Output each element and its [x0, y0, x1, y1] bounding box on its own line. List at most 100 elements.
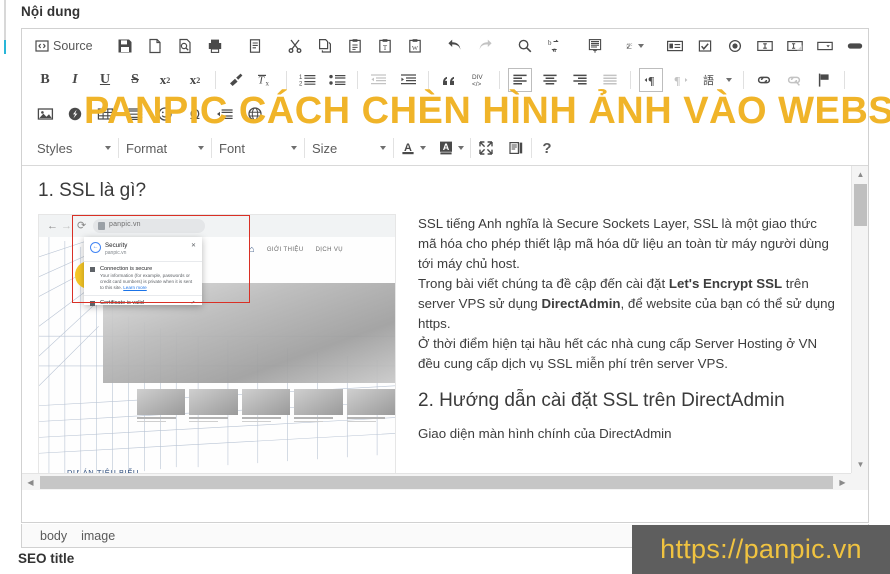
magnifier-page-icon: [179, 38, 191, 54]
paste-word-button[interactable]: W: [403, 34, 427, 58]
scroll-left-arrow-icon[interactable]: ◀: [22, 474, 39, 490]
print-button[interactable]: [203, 34, 227, 58]
underline-button[interactable]: U: [93, 68, 117, 92]
remove-format-button[interactable]: [224, 68, 248, 92]
italic-button[interactable]: I: [63, 68, 87, 92]
special-char-button[interactable]: Ω: [183, 102, 207, 126]
new-page-button[interactable]: [143, 34, 167, 58]
insert-table-button[interactable]: [93, 102, 117, 126]
justify-button[interactable]: [598, 68, 622, 92]
align-right-button[interactable]: [568, 68, 592, 92]
page-break-button[interactable]: [213, 102, 237, 126]
horizontal-rule-button[interactable]: [123, 102, 147, 126]
styles-combo[interactable]: Styles: [30, 135, 118, 161]
scroll-down-arrow-icon[interactable]: ▼: [852, 456, 868, 473]
cut-button[interactable]: [283, 34, 307, 58]
anchor-button[interactable]: [812, 68, 836, 92]
rtl-button[interactable]: ¶: [669, 68, 693, 92]
editor-content-area[interactable]: 1. SSL là gì? ← → ⟳ panpic.vn ⌂ GIỚI THI…: [22, 166, 868, 490]
image-column: ← → ⟳ panpic.vn ⌂ GIỚI THIỆU DỊCH VỤ DỰ …: [38, 214, 400, 473]
blockquote-button[interactable]: [437, 68, 461, 92]
insert-image-button[interactable]: [33, 102, 57, 126]
background-color-button[interactable]: A: [435, 136, 467, 160]
unlink-button[interactable]: [782, 68, 806, 92]
numbered-list-button[interactable]: 1 2: [295, 68, 319, 92]
toolbar-separator: [630, 71, 631, 89]
scroll-right-arrow-icon[interactable]: ▶: [834, 474, 851, 490]
chevron-down-icon: [637, 44, 644, 48]
svg-text:¶: ¶: [648, 74, 654, 88]
about-button[interactable]: ?: [535, 136, 559, 160]
bold-button[interactable]: B: [33, 68, 57, 92]
align-center-button[interactable]: [538, 68, 562, 92]
strikethrough-button[interactable]: S: [123, 68, 147, 92]
outdent-button[interactable]: [366, 68, 390, 92]
website-nav: ⌂ GIỚI THIỆU DỊCH VỤ: [249, 245, 343, 254]
paste-text-button[interactable]: T: [373, 34, 397, 58]
checkbox-button[interactable]: [693, 34, 717, 58]
bulleted-list-button[interactable]: [325, 68, 349, 92]
source-button[interactable]: Source: [32, 34, 98, 58]
browser-screenshot[interactable]: ← → ⟳ panpic.vn ⌂ GIỚI THIỆU DỊCH VỤ DỰ …: [38, 214, 396, 473]
svg-text:¶: ¶: [674, 74, 680, 88]
select-field-button[interactable]: [813, 34, 837, 58]
iframe-button[interactable]: [243, 102, 267, 126]
insert-flash-button[interactable]: [63, 102, 87, 126]
smiley-button[interactable]: [153, 102, 177, 126]
preview-button[interactable]: [173, 34, 197, 58]
bulleted-list-icon: [328, 74, 345, 85]
toolbar-separator: [499, 71, 500, 89]
floppy-disk-icon: [118, 39, 132, 53]
save-button[interactable]: [113, 34, 137, 58]
text-field-button[interactable]: [753, 34, 777, 58]
redo-arrow-icon: [479, 39, 492, 50]
templates-button[interactable]: [243, 34, 267, 58]
ltr-button[interactable]: ¶: [639, 68, 663, 92]
remove-text-format-button[interactable]: T x: [254, 68, 278, 92]
field-label-noi-dung: Nội dung: [21, 4, 81, 19]
size-combo[interactable]: Size: [305, 135, 393, 161]
horizontal-scrollbar-thumb[interactable]: [40, 476, 833, 489]
subscript-button[interactable]: x2: [153, 68, 177, 92]
language-button[interactable]: 語: [699, 68, 735, 92]
chevron-down-icon: [105, 146, 111, 150]
link-button[interactable]: [752, 68, 776, 92]
svg-text:Ω: Ω: [190, 108, 200, 122]
radio-button[interactable]: [723, 34, 747, 58]
vertical-scrollbar[interactable]: ▲ ▼: [851, 166, 868, 473]
replace-button[interactable]: b a: [543, 34, 567, 58]
redo-button[interactable]: [473, 34, 497, 58]
scroll-up-arrow-icon[interactable]: ▲: [852, 166, 868, 183]
source-button-label: Source: [53, 39, 93, 53]
omega-icon: Ω: [190, 108, 200, 122]
text-direction-ltr-icon: ¶: [644, 74, 654, 88]
editable-document[interactable]: 1. SSL là gì? ← → ⟳ panpic.vn ⌂ GIỚI THI…: [22, 166, 851, 473]
undo-button[interactable]: [443, 34, 467, 58]
textarea-button[interactable]: [783, 34, 807, 58]
elements-path-item-body[interactable]: body: [40, 529, 67, 543]
elements-path-item-image[interactable]: image: [81, 529, 115, 543]
find-button[interactable]: [513, 34, 537, 58]
toolbar-separator: [393, 138, 394, 158]
show-blocks-button[interactable]: [504, 136, 528, 160]
horizontal-scrollbar[interactable]: ◀ ▶: [22, 473, 851, 490]
indent-button[interactable]: [396, 68, 420, 92]
superscript-button[interactable]: x2: [183, 68, 207, 92]
format-combo[interactable]: Format: [119, 135, 211, 161]
font-combo[interactable]: Font: [212, 135, 304, 161]
form-button[interactable]: [663, 34, 687, 58]
align-left-button[interactable]: [508, 68, 532, 92]
paste-button[interactable]: [343, 34, 367, 58]
maximize-button[interactable]: [474, 136, 498, 160]
select-all-button[interactable]: [583, 34, 607, 58]
button-field-button[interactable]: [843, 34, 867, 58]
toolbar-separator: [286, 71, 287, 89]
create-div-button[interactable]: DIV </>: [467, 68, 491, 92]
vertical-scrollbar-thumb[interactable]: [854, 184, 867, 226]
text-color-button[interactable]: A: [397, 136, 429, 160]
toolbar-separator: [428, 71, 429, 89]
source-code-icon: [35, 40, 49, 52]
spellcheck-button[interactable]: ABC: [623, 34, 647, 58]
copy-button[interactable]: [313, 34, 337, 58]
left-accent-rule-active: [4, 40, 6, 54]
